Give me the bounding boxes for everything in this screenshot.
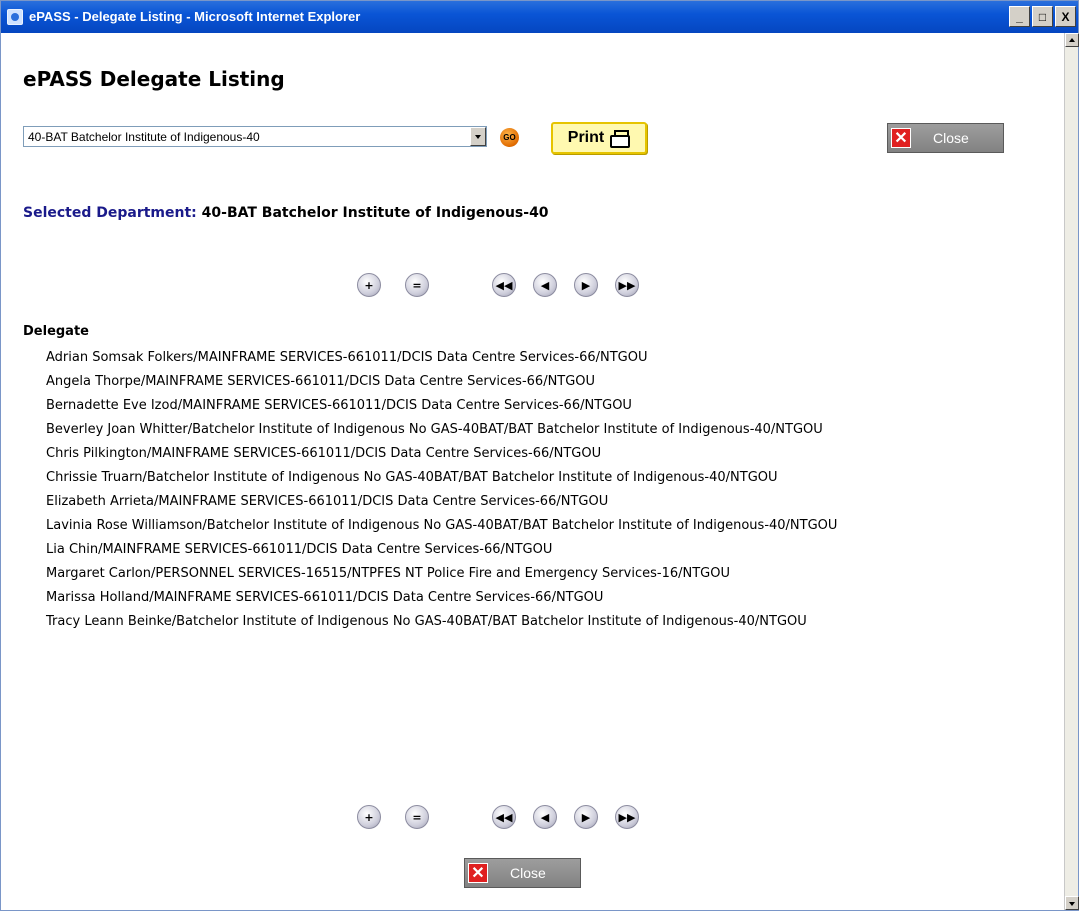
dropdown-arrow-icon[interactable] xyxy=(470,127,486,146)
close-button-label: Close xyxy=(933,130,969,146)
go-button[interactable]: GO xyxy=(500,128,519,147)
scroll-down-icon[interactable] xyxy=(1065,896,1079,910)
window-controls: _ □ X xyxy=(1009,6,1076,27)
ie-icon xyxy=(7,9,23,25)
first-page-icon[interactable]: ◀◀ xyxy=(492,273,516,297)
close-button-top[interactable]: ✕ Close xyxy=(887,123,1004,153)
vertical-scrollbar[interactable] xyxy=(1064,33,1079,910)
expand-all-icon[interactable]: + xyxy=(357,805,381,829)
title-bar[interactable]: ePASS - Delegate Listing - Microsoft Int… xyxy=(1,1,1078,33)
last-page-icon[interactable]: ▶▶ xyxy=(615,805,639,829)
close-button-label: Close xyxy=(510,865,546,881)
maximize-button[interactable]: □ xyxy=(1032,6,1053,27)
list-item: Lia Chin/MAINFRAME SERVICES-661011/DCIS … xyxy=(46,542,553,557)
window-title: ePASS - Delegate Listing - Microsoft Int… xyxy=(29,9,361,24)
prev-page-icon[interactable]: ◀ xyxy=(533,273,557,297)
list-item: Bernadette Eve Izod/MAINFRAME SERVICES-6… xyxy=(46,398,632,413)
close-window-button[interactable]: X xyxy=(1055,6,1076,27)
collapse-all-icon[interactable]: = xyxy=(405,273,429,297)
department-select-value: 40-BAT Batchelor Institute of Indigenous… xyxy=(28,130,260,144)
print-button-label: Print xyxy=(567,129,605,146)
list-item: Chris Pilkington/MAINFRAME SERVICES-6610… xyxy=(46,446,602,461)
delegate-column-header: Delegate xyxy=(23,324,89,339)
expand-all-icon[interactable]: + xyxy=(357,273,381,297)
list-item: Beverley Joan Whitter/Batchelor Institut… xyxy=(46,422,823,437)
last-page-icon[interactable]: ▶▶ xyxy=(615,273,639,297)
next-page-icon[interactable]: ▶ xyxy=(574,805,598,829)
delegate-list: Adrian Somsak Folkers/MAINFRAME SERVICES… xyxy=(23,349,1003,637)
close-x-icon: ✕ xyxy=(891,128,911,148)
page-title: ePASS Delegate Listing xyxy=(23,67,285,91)
list-item: Tracy Leann Beinke/Batchelor Institute o… xyxy=(46,614,807,629)
page-content: ePASS Delegate Listing 40-BAT Batchelor … xyxy=(1,33,1064,910)
selected-department-label: Selected Department: xyxy=(23,205,197,221)
department-select[interactable]: 40-BAT Batchelor Institute of Indigenous… xyxy=(23,126,487,147)
printer-icon xyxy=(610,130,631,148)
collapse-all-icon[interactable]: = xyxy=(405,805,429,829)
print-button[interactable]: Print xyxy=(551,122,647,154)
close-button-bottom[interactable]: ✕ Close xyxy=(464,858,581,888)
close-x-icon: ✕ xyxy=(468,863,488,883)
next-page-icon[interactable]: ▶ xyxy=(574,273,598,297)
list-item: Elizabeth Arrieta/MAINFRAME SERVICES-661… xyxy=(46,494,609,509)
first-page-icon[interactable]: ◀◀ xyxy=(492,805,516,829)
list-item: Angela Thorpe/MAINFRAME SERVICES-661011/… xyxy=(46,374,596,389)
minimize-button[interactable]: _ xyxy=(1009,6,1030,27)
selected-department-value: 40-BAT Batchelor Institute of Indigenous… xyxy=(201,205,549,221)
list-item: Marissa Holland/MAINFRAME SERVICES-66101… xyxy=(46,590,604,605)
selected-department: Selected Department: 40-BAT Batchelor In… xyxy=(23,205,549,221)
list-item: Adrian Somsak Folkers/MAINFRAME SERVICES… xyxy=(46,350,648,365)
list-item: Chrissie Truarn/Batchelor Institute of I… xyxy=(46,470,778,485)
list-item: Margaret Carlon/PERSONNEL SERVICES-16515… xyxy=(46,566,730,581)
pager-bottom: + = ◀◀ ◀ ▶ ▶▶ xyxy=(357,805,639,829)
list-item: Lavinia Rose Williamson/Batchelor Instit… xyxy=(46,518,838,533)
prev-page-icon[interactable]: ◀ xyxy=(533,805,557,829)
pager-top: + = ◀◀ ◀ ▶ ▶▶ xyxy=(357,273,639,297)
scroll-up-icon[interactable] xyxy=(1065,33,1079,47)
browser-window: ePASS - Delegate Listing - Microsoft Int… xyxy=(0,0,1079,911)
